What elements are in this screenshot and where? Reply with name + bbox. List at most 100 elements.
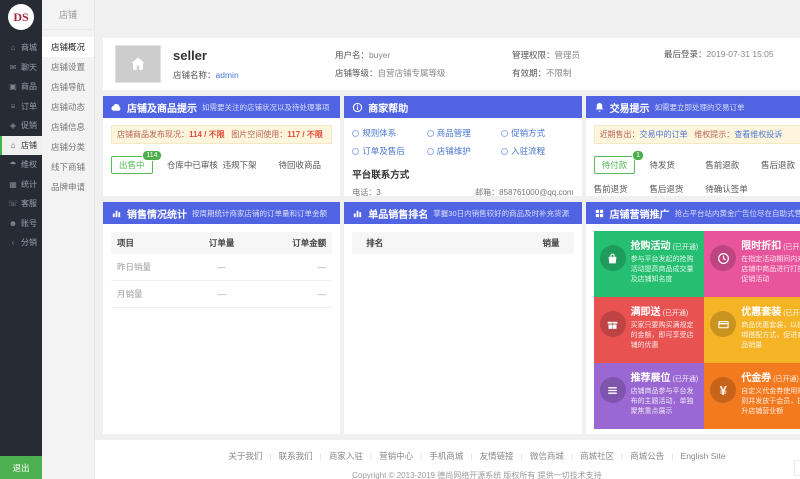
- rail-item-goods[interactable]: ▣商品: [0, 77, 42, 97]
- rail-item-rights[interactable]: ☂维权: [0, 155, 42, 175]
- panel-subtitle: 按周期统计商家店铺的订单量和订单金额: [192, 208, 327, 219]
- subnav-item-offline-store[interactable]: 线下商铺: [42, 157, 94, 177]
- rail-item-label: 分销: [21, 237, 37, 248]
- row-amount: —: [254, 281, 333, 308]
- subnav-item-shop-navigation[interactable]: 店铺导航: [42, 77, 94, 97]
- shop-name-label: 店铺名称：: [173, 70, 216, 80]
- rail-item-label: 订单: [21, 101, 37, 112]
- sales-stats-header: 销售情况统计 按周期统计商家店铺的订单量和订单金额: [103, 202, 340, 224]
- help-link-order-aftersale[interactable]: 订单及售后: [352, 145, 424, 157]
- level-value: 自营店铺专属等级: [378, 68, 446, 78]
- subnav-item-shop-info[interactable]: 店铺信息: [42, 117, 94, 137]
- pending-recycle-link[interactable]: 待回收商品: [278, 159, 332, 171]
- aftersale-return-link[interactable]: 售后退货: [649, 183, 703, 195]
- profile-col-shop: seller 店铺名称：admin: [173, 48, 323, 81]
- tile-voucher[interactable]: ¥ 代金券(已开通) 自定义代金券使用规则并发放于会员，提升店铺营业额: [704, 363, 800, 429]
- logo-wrap[interactable]: DS: [0, 0, 42, 34]
- rail-item-orders[interactable]: ≡订单: [0, 97, 42, 117]
- rail-item-account[interactable]: ☻账号: [0, 214, 42, 234]
- rights-complaints-link[interactable]: 查看维权投诉: [734, 130, 782, 139]
- rail-item-label: 促销: [21, 120, 37, 131]
- goods-tips-header: 店铺及商品提示 如需要关注的店铺状况以及待处理事项: [103, 96, 340, 118]
- platform-contact-title: 平台联系方式: [352, 167, 573, 181]
- goods-notice-label-1: 店铺商品发布现况：: [117, 130, 189, 139]
- chat-icon: ✉: [8, 63, 18, 72]
- table-row: 月销量 — —: [111, 281, 332, 308]
- perm-value: 管理员: [555, 50, 581, 60]
- tile-flash-sale[interactable]: 抢购活动(已开通) 参与平台发起的抢购活动提高商品成交量及店铺知名度: [594, 231, 705, 297]
- tile-status: (已开通): [673, 244, 699, 251]
- profile-col-user: 用户名：buyer 店铺等级：自营店铺专属等级: [335, 49, 500, 79]
- footer-link-mall-announcement[interactable]: 商城公告: [614, 450, 664, 462]
- shop-title: seller: [173, 48, 323, 63]
- content: seller 店铺名称：admin 用户名：buyer 店铺等级：自营店铺专属等…: [95, 0, 800, 434]
- on-sale-button[interactable]: 出售中114: [111, 156, 153, 174]
- footer-link-mall-community[interactable]: 商城社区: [564, 450, 614, 462]
- bottom-panel-row: 销售情况统计 按周期统计商家店铺的订单量和订单金额 项目 订单量 订单金额 昨日…: [103, 202, 800, 434]
- shop-name-link[interactable]: admin: [216, 70, 239, 80]
- marketing-panel: 店铺营销推广 抢占平台站内黄金广告位尽在自助式营销推广 抢购活动(已开通) 参与…: [586, 202, 800, 434]
- help-link-rules[interactable]: 规则体系: [352, 127, 424, 139]
- presale-refund-link[interactable]: 售前退款: [705, 159, 759, 171]
- presale-return-link[interactable]: 售前退货: [594, 183, 648, 195]
- cloud-icon: [111, 102, 122, 113]
- rail-item-stats[interactable]: ▦统计: [0, 175, 42, 195]
- rail-item-store[interactable]: ⌂店铺: [0, 136, 42, 156]
- pending-confirm-link[interactable]: 待确认签单: [705, 183, 759, 195]
- rail-item-chat[interactable]: ✉聊天: [0, 58, 42, 78]
- gift-icon: [600, 311, 626, 337]
- rail-item-promotion[interactable]: ◈促销: [0, 116, 42, 136]
- footer: 关于我们 联系我们 商家入驻 营销中心 手机商城 友情链接 微信商城 商城社区 …: [95, 440, 800, 479]
- tile-combo-deal[interactable]: 优惠套装(已开通) 商品优惠套装，以捆绑搭配方式，促进商品销量: [704, 297, 800, 363]
- help-link-onboarding[interactable]: 入驻流程: [501, 145, 573, 157]
- service-icon: ☏: [8, 199, 18, 208]
- trade-notice-label-2: 维权提示：: [694, 130, 734, 139]
- tile-featured-booth[interactable]: 推荐展位(已开通) 店铺商品参与平台发布的主题活动，单独聚焦重点展示: [594, 363, 705, 429]
- footer-link-english-site[interactable]: English Site: [664, 451, 725, 461]
- footer-link-contact[interactable]: 联系我们: [262, 450, 312, 462]
- trading-orders-link[interactable]: 交易中的订单: [640, 130, 688, 139]
- help-link-goods[interactable]: 商品管理: [427, 127, 499, 139]
- bag-icon: [600, 245, 626, 271]
- clock-icon: [710, 245, 736, 271]
- subnav-item-shop-settings[interactable]: 店铺设置: [42, 57, 94, 77]
- table-row: 昨日销量 — —: [111, 254, 332, 281]
- row-label: 月销量: [111, 281, 190, 308]
- footer-link-mobile-mall[interactable]: 手机商城: [413, 450, 463, 462]
- pending-ship-link[interactable]: 待发货: [649, 159, 703, 171]
- subnav-item-shop-overview[interactable]: 店铺概况: [42, 37, 94, 57]
- tile-status: (已开通): [673, 376, 699, 383]
- footer-link-wechat-mall[interactable]: 微信商城: [514, 450, 564, 462]
- rail-item-mall[interactable]: ⌂商城: [0, 38, 42, 58]
- footer-link-friend-links[interactable]: 友情链接: [463, 450, 513, 462]
- tile-full-gift[interactable]: 满即送(已开通) 买家只要购买满规定的金额，即可享受店铺的优惠: [594, 297, 705, 363]
- aftersale-refund-link[interactable]: 售后退款: [761, 159, 800, 171]
- rail-item-distribution[interactable]: ‹分销: [0, 233, 42, 253]
- sales-table: 项目 订单量 订单金额 昨日销量 — — 月销量: [111, 232, 332, 308]
- rail-item-service[interactable]: ☏客服: [0, 194, 42, 214]
- email-label: 邮箱：: [475, 188, 499, 197]
- warehouse-approved-link[interactable]: 仓库中已审核: [167, 159, 221, 171]
- rail-item-label: 商品: [21, 81, 37, 92]
- perm-label: 管理权限：: [512, 50, 555, 60]
- yen-icon: ¥: [710, 377, 736, 403]
- rail-item-label: 客服: [21, 198, 37, 209]
- footer-links: 关于我们 联系我们 商家入驻 营销中心 手机商城 友情链接 微信商城 商城社区 …: [95, 450, 800, 462]
- pending-payment-button[interactable]: 待付款1: [594, 156, 636, 174]
- subnav-item-shop-category[interactable]: 店铺分类: [42, 137, 94, 157]
- violation-offshelf-link[interactable]: 违规下架: [223, 159, 277, 171]
- tile-status: (已开通): [773, 376, 799, 383]
- render-time-badge: 0.100160s: [794, 460, 800, 476]
- subnav-item-brand-apply[interactable]: 品牌申请: [42, 177, 94, 197]
- trade-tips-header: 交易提示 如需要立即处理的交易订单: [586, 96, 800, 118]
- footer-link-about[interactable]: 关于我们: [228, 450, 262, 462]
- logout-button[interactable]: 退出: [0, 456, 42, 479]
- trade-notice-label-1: 近期售出：: [600, 130, 640, 139]
- help-link-promo[interactable]: 促销方式: [501, 127, 573, 139]
- rail-item-label: 维权: [21, 159, 37, 170]
- tile-time-discount[interactable]: 限时折扣(已开通) 在指定活动期间内对店铺中商品进行打折促销活动: [704, 231, 800, 297]
- subnav-item-shop-dynamics[interactable]: 店铺动态: [42, 97, 94, 117]
- footer-link-marketing-center[interactable]: 营销中心: [363, 450, 413, 462]
- help-link-shop-maintain[interactable]: 店铺维护: [427, 145, 499, 157]
- footer-link-merchant-join[interactable]: 商家入驻: [313, 450, 363, 462]
